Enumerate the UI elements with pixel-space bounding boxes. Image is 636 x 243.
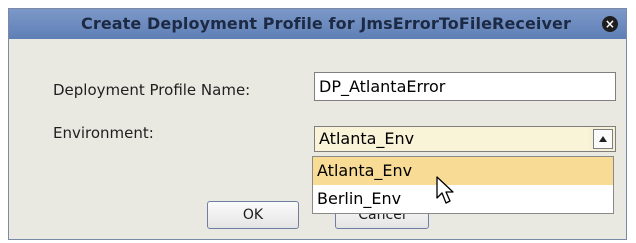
dialog-title-bar: Create Deployment Profile for JmsErrorTo… xyxy=(9,9,626,39)
profile-name-label: Deployment Profile Name: xyxy=(53,81,251,99)
ok-button[interactable]: OK xyxy=(207,201,299,229)
dropdown-option-berlin-env[interactable]: Berlin_Env xyxy=(313,185,613,213)
environment-dropdown-list: Atlanta_Env Berlin_Env xyxy=(312,156,614,214)
dropdown-option-atlanta-env[interactable]: Atlanta_Env xyxy=(313,157,613,185)
environment-selected-value: Atlanta_Env xyxy=(315,127,589,151)
mouse-pointer-icon xyxy=(436,176,454,204)
arrow-up-icon[interactable] xyxy=(593,129,613,149)
close-icon[interactable]: × xyxy=(602,16,618,32)
profile-name-input[interactable]: DP_AtlantaError xyxy=(314,72,616,101)
dialog-title: Create Deployment Profile for JmsErrorTo… xyxy=(81,14,571,33)
environment-label: Environment: xyxy=(53,124,154,142)
environment-combobox[interactable]: Atlanta_Env xyxy=(314,126,616,152)
